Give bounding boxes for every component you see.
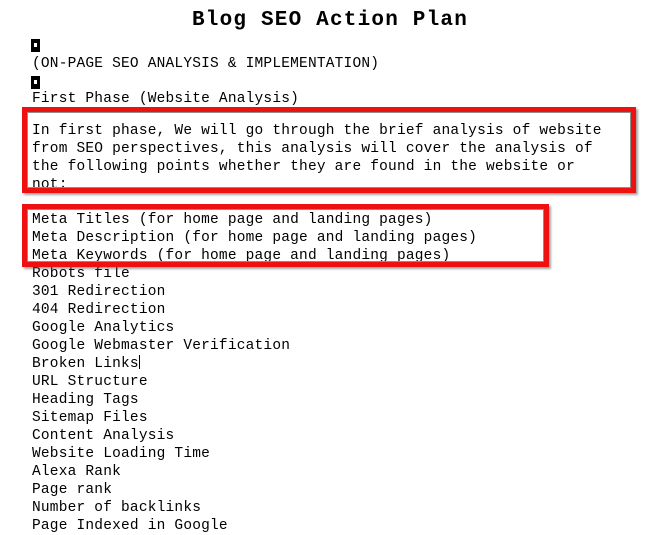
annotation-box-meta-tags <box>22 204 549 267</box>
checklist-item-with-cursor: Broken Links <box>32 355 140 373</box>
checklist-item: Website Loading Time <box>32 446 211 462</box>
checklist-item: 404 Redirection <box>32 302 166 318</box>
checklist-item: Heading Tags <box>32 392 139 408</box>
section-heading: First Phase (Website Analysis) <box>32 91 300 107</box>
text-cursor <box>138 355 140 369</box>
document-subtitle: (ON-PAGE SEO ANALYSIS & IMPLEMENTATION) <box>32 56 380 72</box>
checklist-item: Page Indexed in Google <box>32 518 228 534</box>
checklist-item: Robots file <box>32 266 130 282</box>
checklist-item: Page rank <box>32 482 113 498</box>
checklist-item: Content Analysis <box>32 428 175 444</box>
checklist-item: Number of backlinks <box>32 500 202 516</box>
checklist-item: Sitemap Files <box>32 410 148 426</box>
page-title: Blog SEO Action Plan <box>191 9 469 32</box>
annotation-box-intro <box>22 107 636 193</box>
document-canvas: Blog SEO Action Plan (ON-PAGE SEO ANALYS… <box>0 0 660 534</box>
checklist-item: Google Analytics <box>32 320 175 336</box>
checklist-item: Alexa Rank <box>32 464 122 480</box>
checklist-item: 301 Redirection <box>32 284 166 300</box>
checklist-item: Google Webmaster Verification <box>32 338 291 354</box>
checklist-item-label: Broken Links <box>32 356 139 372</box>
empty-paragraph-marker-icon <box>31 76 40 89</box>
checklist-item: URL Structure <box>32 374 148 390</box>
empty-paragraph-marker-icon <box>31 39 40 52</box>
